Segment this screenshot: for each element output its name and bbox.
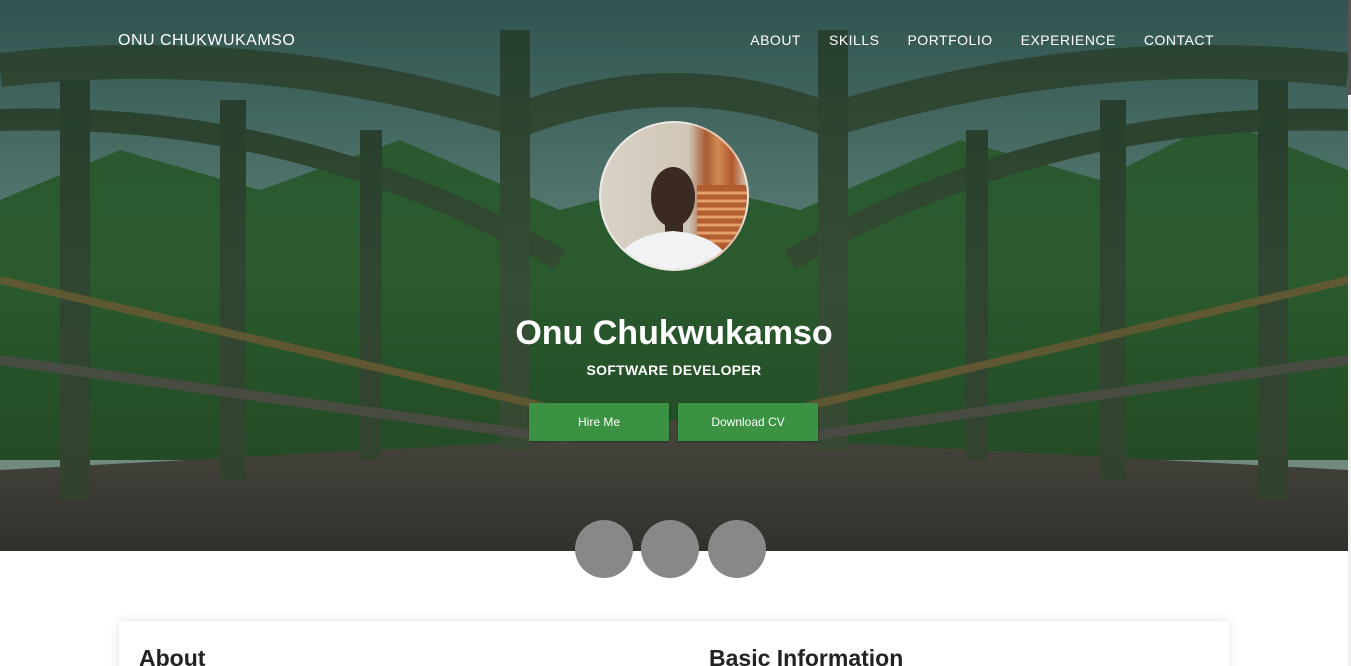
nav-link-contact[interactable]: CONTACT (1144, 32, 1214, 48)
basic-information-heading: Basic Information (709, 645, 904, 666)
about-heading: About (139, 645, 206, 666)
main-nav: ABOUT SKILLS PORTFOLIO EXPERIENCE CONTAC… (750, 32, 1214, 48)
info-card: About Basic Information (119, 621, 1229, 666)
nav-link-portfolio[interactable]: PORTFOLIO (907, 32, 992, 48)
hero-title: Onu Chukwukamso (515, 314, 833, 352)
social-icon-1[interactable] (575, 520, 633, 578)
nav-link-experience[interactable]: EXPERIENCE (1021, 32, 1116, 48)
brand-logo-text[interactable]: ONU CHUKWUKAMSO (118, 32, 295, 50)
nav-link-about[interactable]: ABOUT (750, 32, 801, 48)
profile-avatar (599, 121, 749, 271)
profile-photo (612, 167, 747, 269)
hero-section: ONU CHUKWUKAMSO ABOUT SKILLS PORTFOLIO E… (0, 0, 1348, 551)
hero-subtitle: SOFTWARE DEVELOPER (586, 362, 762, 378)
hire-me-button[interactable]: Hire Me (529, 403, 669, 441)
nav-link-skills[interactable]: SKILLS (829, 32, 879, 48)
social-icon-3[interactable] (708, 520, 766, 578)
social-icon-2[interactable] (641, 520, 699, 578)
download-cv-button[interactable]: Download CV (678, 403, 818, 441)
